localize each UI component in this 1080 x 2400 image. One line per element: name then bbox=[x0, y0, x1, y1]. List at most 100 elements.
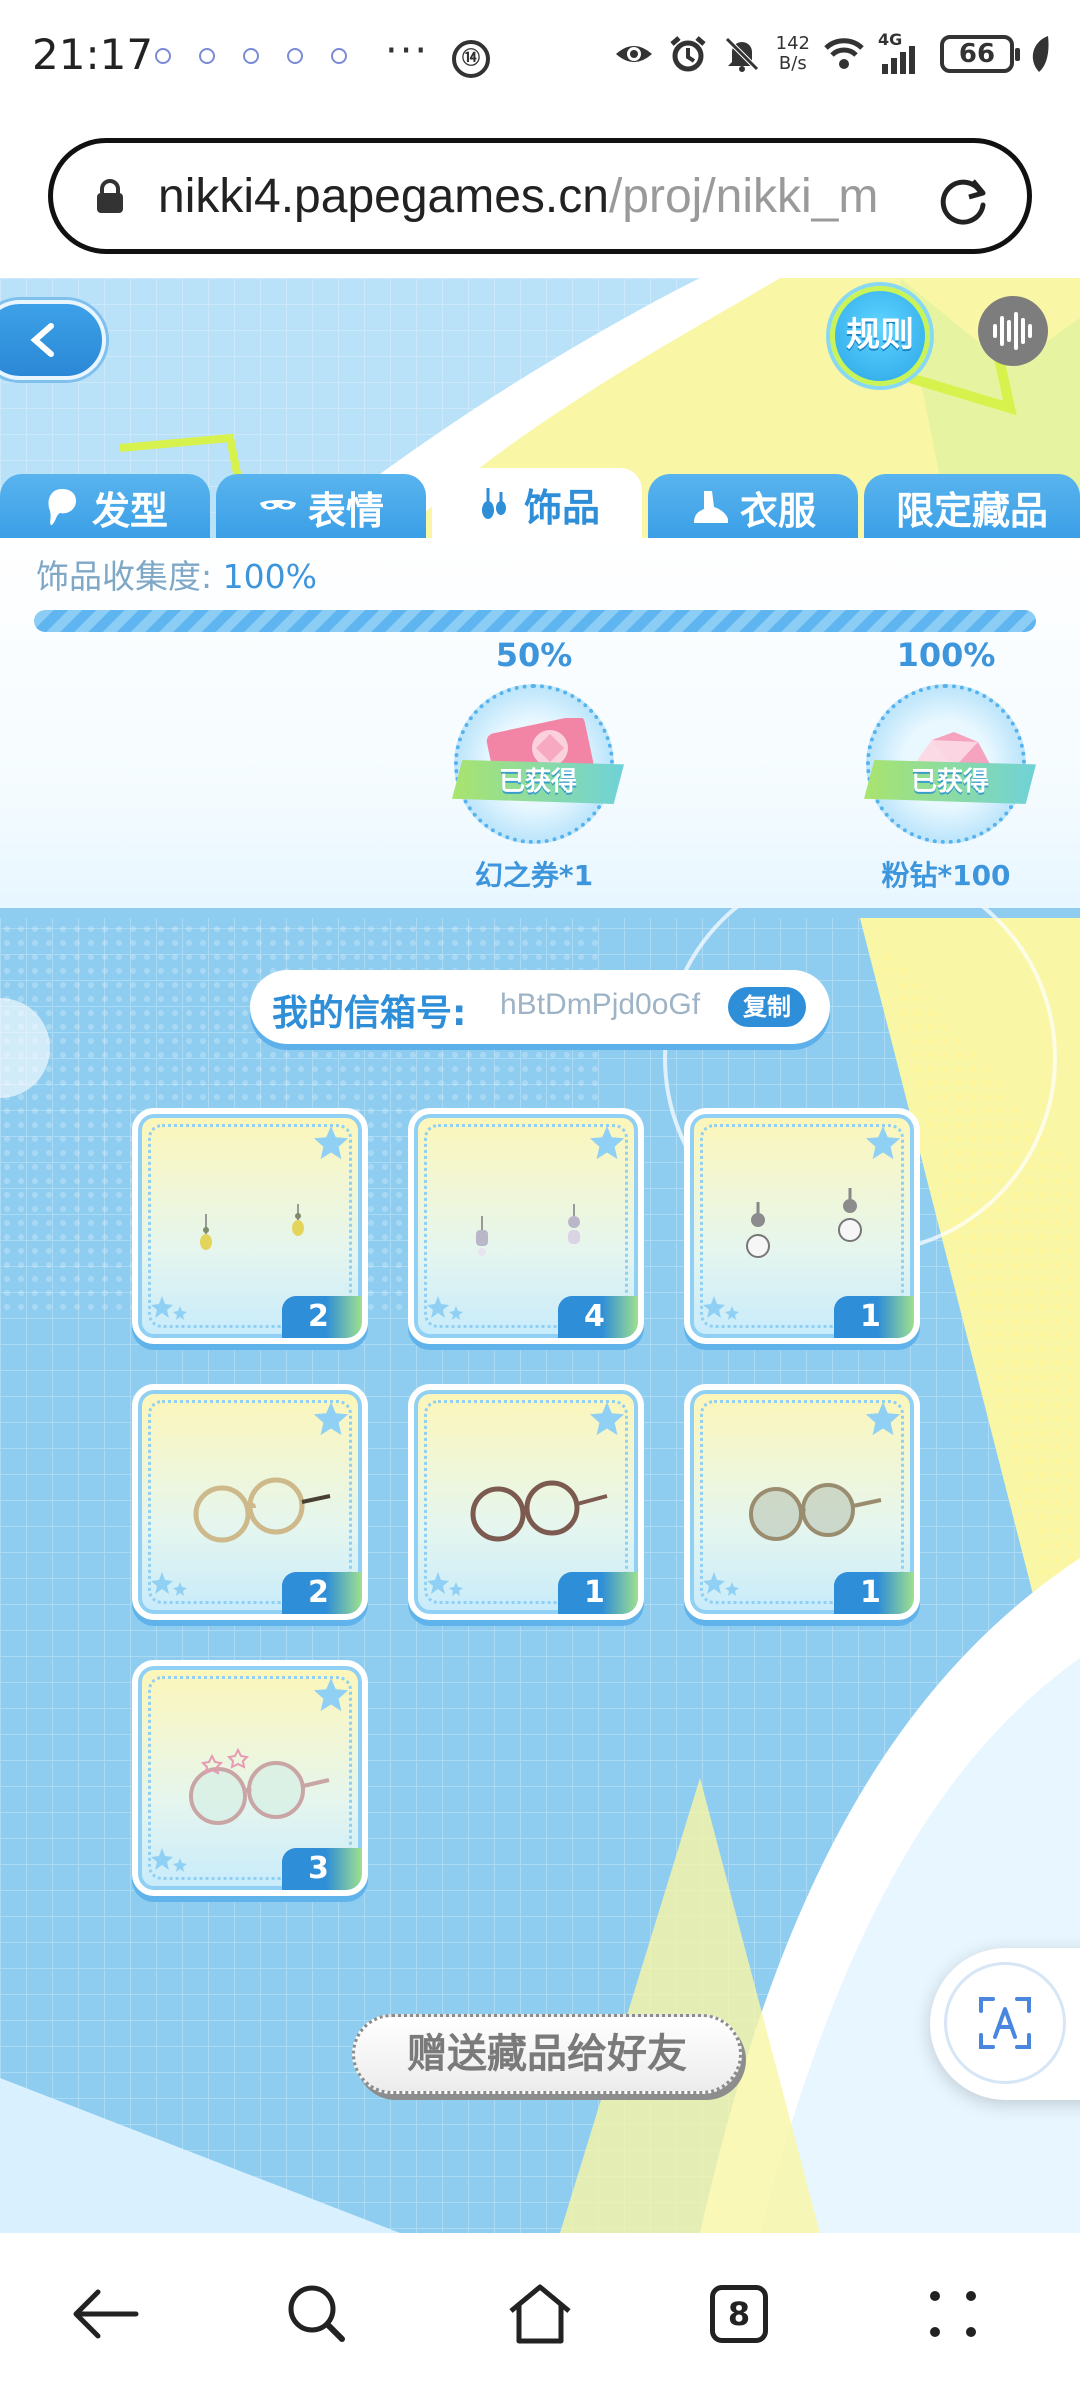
earrings-charm-icon bbox=[476, 1204, 580, 1256]
copy-button[interactable]: 复制 bbox=[728, 987, 806, 1027]
back-nav-button[interactable] bbox=[60, 2269, 150, 2359]
item-card[interactable]: 4 bbox=[408, 1108, 644, 1344]
star-icon bbox=[313, 1677, 349, 1712]
item-count: 1 bbox=[558, 1572, 638, 1614]
translate-icon bbox=[979, 1997, 1031, 2049]
rules-button[interactable]: 规则 bbox=[830, 286, 930, 386]
url-path: /proj/nikki_m bbox=[608, 170, 879, 223]
notification-icon bbox=[331, 48, 347, 64]
game-viewport: 规则 发型 表情 饰品 衣服 限定藏品 饰品收集度: 100% 50% 已获得 … bbox=[0, 278, 1080, 2233]
notification-icon bbox=[155, 48, 171, 64]
grid-dots-icon bbox=[930, 2291, 976, 2337]
item-count: 1 bbox=[834, 1572, 914, 1614]
star-icon bbox=[427, 1296, 463, 1320]
home-button[interactable] bbox=[495, 2269, 585, 2359]
chevron-left-icon bbox=[30, 323, 54, 357]
milestone-reward: 粉钻*100 bbox=[881, 859, 1011, 892]
collection-value: 100% bbox=[222, 557, 317, 596]
status-icons: 142 B/s 4G 66 bbox=[614, 30, 1050, 74]
star-icon bbox=[703, 1572, 739, 1596]
obtained-tag: 已获得 bbox=[452, 760, 624, 804]
item-count: 2 bbox=[282, 1572, 362, 1614]
item-card[interactable]: 1 bbox=[684, 1384, 920, 1620]
earrings-yellow-icon bbox=[200, 1204, 304, 1250]
status-bar: 21:17 ··· ⑭ 142 B/s 4G 66 bbox=[0, 0, 1080, 120]
search-button[interactable] bbox=[272, 2269, 362, 2359]
translate-button[interactable] bbox=[930, 1948, 1080, 2100]
glasses-tinted-icon bbox=[749, 1483, 882, 1541]
milestone-50[interactable]: 50% 已获得 幻之券*1 bbox=[434, 636, 634, 894]
star-icon bbox=[589, 1401, 625, 1436]
mask-icon bbox=[259, 500, 296, 510]
item-card[interactable]: 1 bbox=[408, 1384, 644, 1620]
mailbox-value: hBtDmPjd0oGf bbox=[500, 988, 701, 1021]
back-button[interactable] bbox=[0, 300, 106, 380]
mute-icon bbox=[724, 37, 759, 72]
sound-button[interactable] bbox=[978, 296, 1048, 366]
item-card[interactable]: 2 bbox=[132, 1108, 368, 1344]
glasses-gold-icon bbox=[193, 1477, 331, 1543]
network-speed-unit: B/s bbox=[778, 53, 807, 74]
battery-indicator: 66 bbox=[940, 35, 1020, 73]
star-icon bbox=[151, 1848, 187, 1872]
collection-progress-text: 饰品收集度: 100% bbox=[36, 550, 317, 598]
reload-icon[interactable] bbox=[935, 173, 991, 229]
browser-bottom-nav: 8 bbox=[0, 2233, 1080, 2400]
star-icon bbox=[589, 1125, 625, 1160]
item-card[interactable]: 1 bbox=[684, 1108, 920, 1344]
earrings-pearl-icon bbox=[746, 1188, 862, 1258]
translate-button-ring bbox=[944, 1962, 1066, 2084]
tab-count: 8 bbox=[710, 2285, 768, 2343]
milestone-reward: 幻之券*1 bbox=[474, 859, 594, 892]
eye-icon bbox=[615, 46, 652, 62]
url-text[interactable]: nikki4.papegames.cn/proj/nikki_m bbox=[158, 169, 948, 224]
url-host: nikki4.papegames.cn bbox=[158, 170, 609, 223]
tab-label: 限定藏品 bbox=[895, 488, 1048, 533]
sound-wave-icon bbox=[993, 312, 1032, 350]
item-card[interactable]: 2 bbox=[132, 1384, 368, 1620]
hair-icon bbox=[48, 489, 76, 525]
notification-icon bbox=[199, 48, 215, 64]
alarm-icon bbox=[670, 36, 706, 72]
signal-indicator: 4G bbox=[878, 30, 926, 74]
milestone-100[interactable]: 100% 已获得 粉钻*100 bbox=[846, 636, 1046, 894]
tab-label: 衣服 bbox=[739, 488, 816, 533]
wifi-icon bbox=[824, 38, 864, 69]
category-tabs: 发型 表情 饰品 衣服 限定藏品 bbox=[0, 468, 1080, 540]
notification-icon bbox=[287, 48, 303, 64]
star-icon bbox=[151, 1572, 187, 1596]
tabs-button[interactable]: 8 bbox=[694, 2269, 784, 2359]
star-icon bbox=[427, 1572, 463, 1596]
mailbox-id: 我的信箱号: hBtDmPjd0oGf 复制 bbox=[250, 970, 830, 1044]
collection-progress-fill bbox=[34, 610, 1036, 632]
tab-label: 发型 bbox=[91, 488, 168, 533]
tab-hairstyle[interactable]: 发型 bbox=[0, 474, 210, 540]
collection-panel: 饰品收集度: 100% 50% 已获得 幻之券*1 100% 已获得 粉钻*10… bbox=[0, 538, 1080, 908]
gift-collection-button[interactable]: 赠送藏品给好友 bbox=[352, 2014, 742, 2094]
tab-label: 饰品 bbox=[523, 485, 600, 530]
star-icon bbox=[703, 1296, 739, 1320]
shoe-icon bbox=[693, 491, 728, 523]
arrow-left-icon bbox=[73, 2289, 139, 2339]
notification-icons bbox=[155, 48, 347, 64]
signal-icon bbox=[882, 46, 915, 74]
notification-icon bbox=[243, 48, 259, 64]
network-speed: 142 B/s bbox=[776, 34, 810, 74]
menu-button[interactable] bbox=[908, 2269, 998, 2359]
item-card[interactable]: 3 bbox=[132, 1660, 368, 1896]
milestone-badge: 已获得 bbox=[864, 684, 1036, 844]
glasses-star-icon bbox=[189, 1747, 330, 1825]
tab-expression[interactable]: 表情 bbox=[216, 474, 426, 540]
search-icon bbox=[288, 2285, 345, 2342]
tab-accessories[interactable]: 饰品 bbox=[432, 468, 642, 540]
mailbox-label: 我的信箱号: bbox=[272, 993, 467, 1034]
item-count: 3 bbox=[282, 1848, 362, 1890]
network-speed-value: 142 bbox=[775, 33, 810, 54]
tab-limited-collection[interactable]: 限定藏品 bbox=[864, 474, 1080, 540]
tab-clothes[interactable]: 衣服 bbox=[648, 474, 858, 540]
milestone-percent: 50% bbox=[495, 636, 573, 674]
leaf-icon bbox=[1032, 36, 1049, 72]
obtained-tag: 已获得 bbox=[864, 760, 1036, 804]
collection-label: 饰品收集度: bbox=[36, 557, 213, 596]
address-bar[interactable]: nikki4.papegames.cn/proj/nikki_m bbox=[48, 138, 1032, 254]
